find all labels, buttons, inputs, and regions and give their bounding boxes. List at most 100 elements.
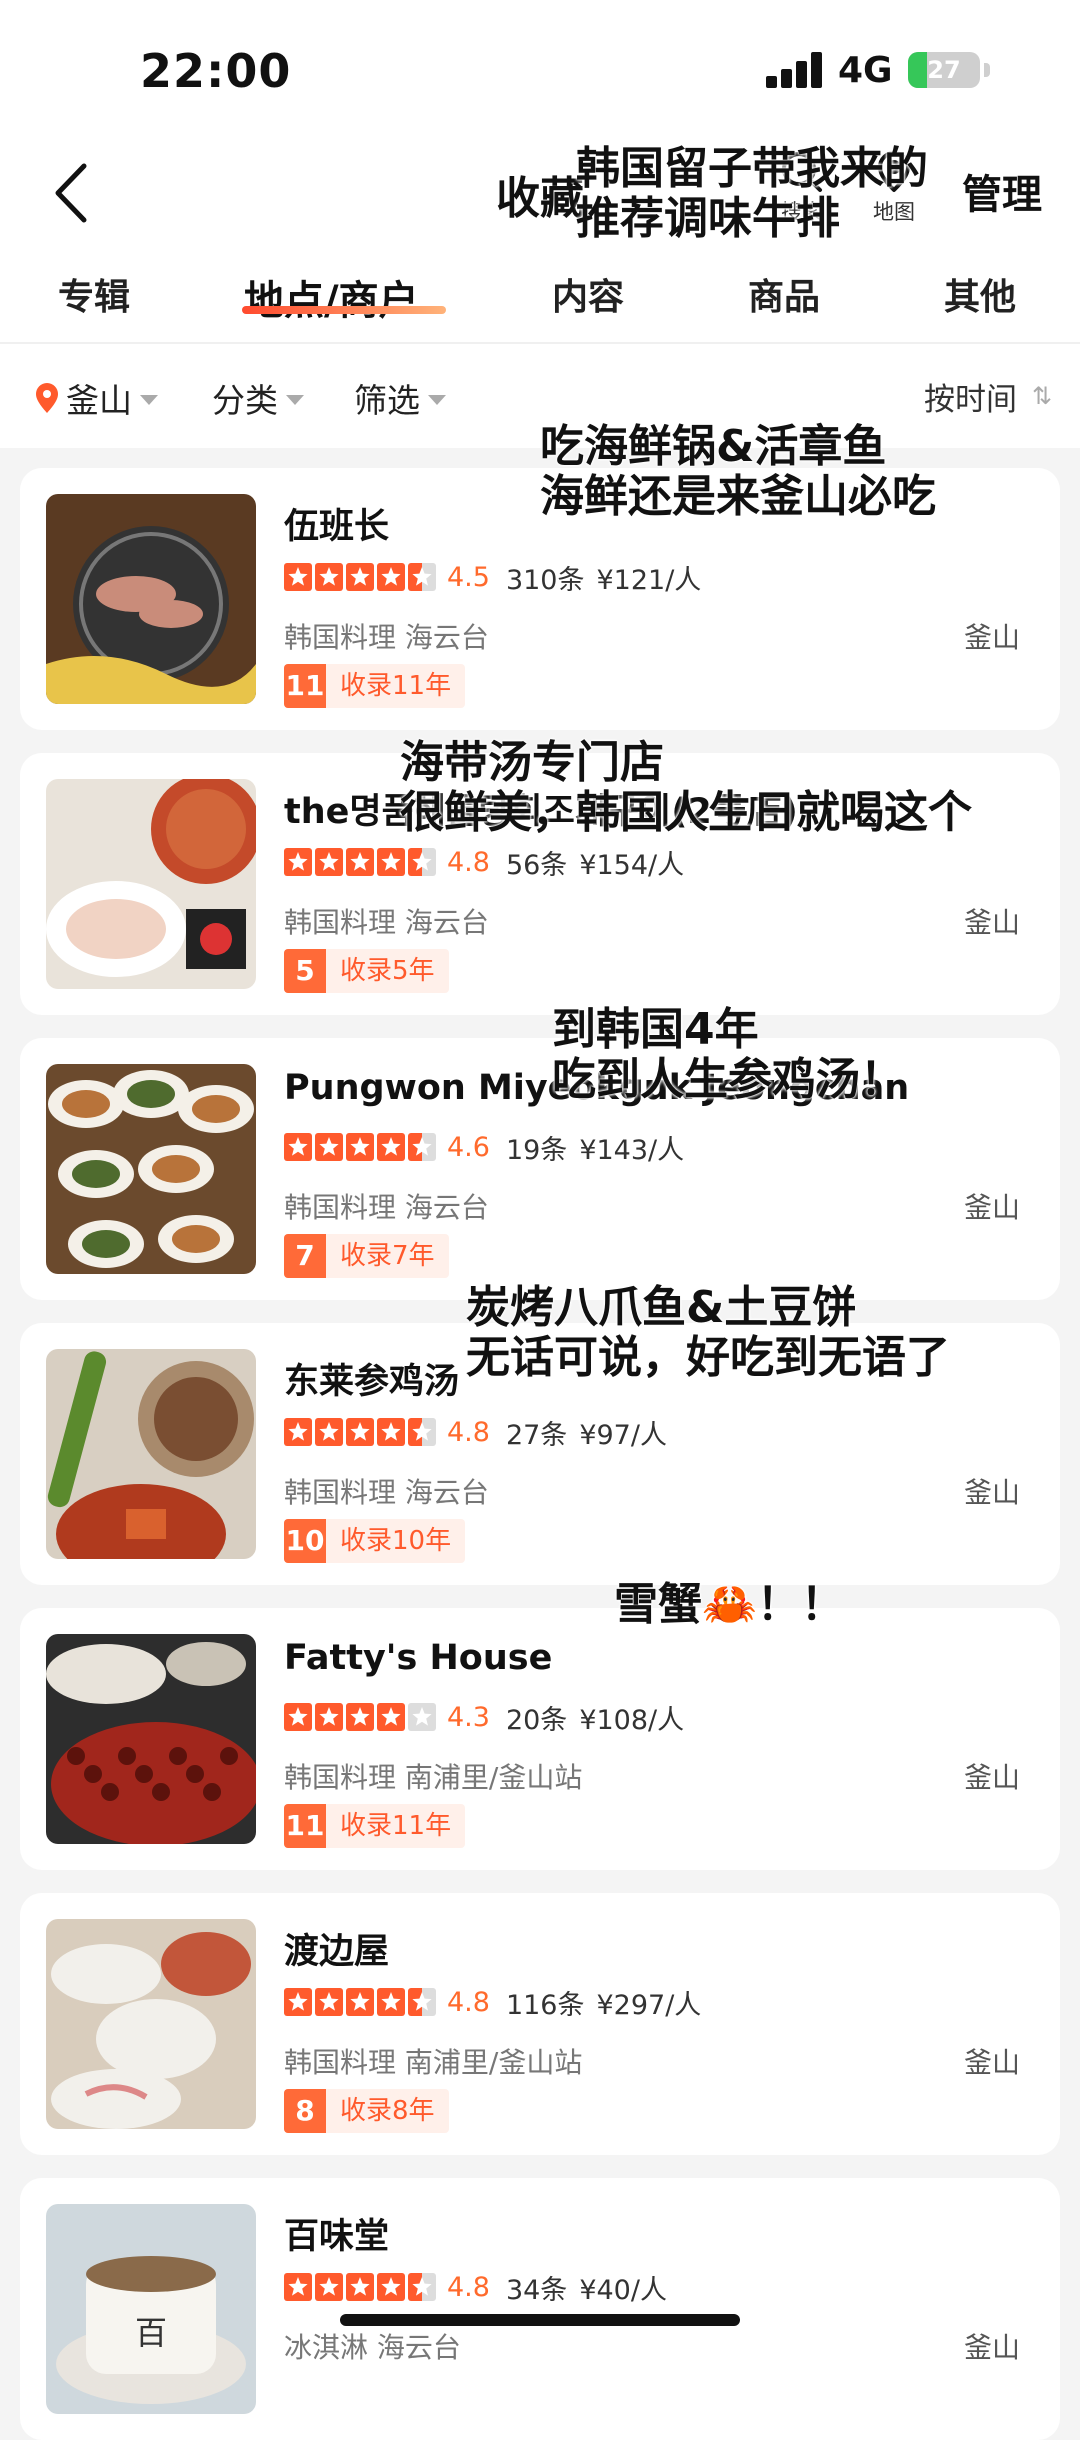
collected-badge: 8 收录8年 xyxy=(284,2089,449,2133)
review-count: 20条 xyxy=(505,1704,568,1736)
star-icon xyxy=(346,2273,374,2301)
badge-text: 收录10年 xyxy=(340,1526,452,1556)
signal-icon xyxy=(766,52,824,88)
latte-cup-photo: 百 xyxy=(46,2204,256,2414)
star-icon xyxy=(315,1418,343,1446)
avg-price: ¥154/人 xyxy=(579,849,685,881)
place-meta: 冰淇淋 海云台 xyxy=(284,2326,461,2366)
avg-price: ¥143/人 xyxy=(579,1134,685,1166)
category-filter[interactable]: 分类 xyxy=(212,374,304,422)
star-rating xyxy=(284,1418,439,1446)
sort-button[interactable]: 按时间 xyxy=(924,374,1017,419)
place-meta: 韩国料理 南浦里/釜山站 xyxy=(284,2041,582,2081)
star-icon xyxy=(408,848,436,876)
caret-down-icon xyxy=(286,395,304,405)
badge-number: 11 xyxy=(284,1804,326,1848)
place-meta: 韩国料理 海云台 xyxy=(284,616,489,656)
rating-row: 4.8 56条 ¥154/人 xyxy=(284,845,685,881)
place-meta: 韩国料理 南浦里/釜山站 xyxy=(284,1756,582,1796)
network-type: 4G xyxy=(838,50,893,91)
tab-places[interactable]: 地点/商户 xyxy=(244,268,419,326)
badge-text: 收录8年 xyxy=(340,2096,435,2126)
badge-text: 收录7年 xyxy=(340,1241,435,1271)
star-icon xyxy=(284,848,312,876)
battery-icon: 27 xyxy=(908,52,980,88)
rating-row: 4.8 27条 ¥97/人 xyxy=(284,1415,667,1451)
overlay-note: 雪蟹🦀！！ xyxy=(614,1580,845,1630)
star-rating xyxy=(284,563,439,591)
rating-row: 4.3 20条 ¥108/人 xyxy=(284,1700,684,1736)
star-icon xyxy=(346,1133,374,1161)
avg-price: ¥297/人 xyxy=(596,1989,702,2021)
place-name: 百味堂 xyxy=(284,2217,390,2257)
star-icon xyxy=(377,1703,405,1731)
city-filter[interactable]: 釜山 xyxy=(34,374,158,422)
tab-products[interactable]: 商品 xyxy=(748,268,820,320)
note-line: 到韩国4年 xyxy=(552,1004,759,1055)
cuisine-label: 韩国料理 xyxy=(284,621,397,654)
overlay-note: 韩国留子带我来的 推荐调味牛排 xyxy=(576,144,928,244)
place-meta: 韩国料理 海云台 xyxy=(284,1186,489,1226)
collected-badge: 11 收录11年 xyxy=(284,664,466,708)
rating-row: 4.8 116条 ¥297/人 xyxy=(284,1985,702,2021)
star-icon xyxy=(315,2273,343,2301)
manage-button[interactable]: 管理 xyxy=(962,162,1042,220)
star-icon xyxy=(315,1988,343,2016)
star-icon xyxy=(346,848,374,876)
star-rating xyxy=(284,1703,439,1731)
badge-number: 10 xyxy=(284,1519,326,1563)
note-line: 很鲜美，韩国人生日就喝这个 xyxy=(400,787,972,838)
grilled-octopus-photo xyxy=(46,1634,256,1844)
area-label: 海云台 xyxy=(376,2331,461,2364)
badge-text: 收录11年 xyxy=(340,1811,452,1841)
status-bar: 22:00 4G 27 xyxy=(0,0,1080,140)
star-icon xyxy=(284,1703,312,1731)
star-icon xyxy=(377,1418,405,1446)
city-label: 釜山 xyxy=(963,1476,1020,1509)
tab-bar: 专辑 地点/商户 内容 商品 其他 xyxy=(0,250,1080,342)
caret-down-icon xyxy=(428,395,446,405)
cuisine-label: 冰淇淋 xyxy=(284,2331,369,2364)
cuisine-label: 韩国料理 xyxy=(284,906,397,939)
sort-arrows-icon: ⇅ xyxy=(1032,382,1053,410)
city-label: 釜山 xyxy=(963,1761,1020,1794)
place-card[interactable]: Pungwon Miyeokguk Jeongchan 4.6 19条 ¥143/人韩… xyxy=(20,1038,1060,1300)
star-icon xyxy=(284,1418,312,1446)
place-name: 渡边屋 xyxy=(284,1932,390,1972)
place-meta: 韩国料理 海云台 xyxy=(284,901,489,941)
samgyetang-photo xyxy=(46,1349,256,1559)
overlay-note: 海带汤专门店 很鲜美，韩国人生日就喝这个 xyxy=(400,738,972,838)
svg-text:百: 百 xyxy=(135,2314,167,2352)
rating-score: 4.5 xyxy=(447,561,490,593)
place-card[interactable]: 渡边屋 4.8 116条 ¥297/人 韩国料理 南浦里/釜山站 釜山 8 收录8年 xyxy=(20,1893,1060,2155)
rating-score: 4.8 xyxy=(447,1416,490,1448)
rating-score: 4.3 xyxy=(447,1701,490,1733)
collected-badge: 7 收录7年 xyxy=(284,1234,449,1278)
avg-price: ¥40/人 xyxy=(579,2274,667,2306)
note-line: 吃海鲜锅&活章鱼 xyxy=(540,421,887,472)
divider xyxy=(0,342,1080,344)
badge-number: 5 xyxy=(284,949,326,993)
badge-text: 收录5年 xyxy=(340,956,435,986)
place-card[interactable]: 百 百味堂 4.8 34条 ¥40/人 冰淇淋 海云台 釜山 xyxy=(20,2178,1060,2440)
review-count: 19条 xyxy=(505,1134,568,1166)
city-label: 釜山 xyxy=(963,2331,1020,2364)
tab-albums[interactable]: 专辑 xyxy=(58,268,130,320)
tab-other[interactable]: 其他 xyxy=(944,268,1016,320)
tab-content[interactable]: 内容 xyxy=(552,268,624,320)
city-label: 釜山 xyxy=(963,621,1020,654)
seafood-platter-photo xyxy=(46,779,256,989)
avg-price: ¥97/人 xyxy=(579,1419,667,1451)
note-line: 推荐调味牛排 xyxy=(576,193,840,244)
screen-filter[interactable]: 筛选 xyxy=(354,374,446,422)
area-label: 海云台 xyxy=(404,621,489,654)
avg-price: ¥121/人 xyxy=(596,564,702,596)
screen-filter-label: 筛选 xyxy=(354,381,420,420)
place-name: 伍班长 xyxy=(284,507,390,547)
star-rating xyxy=(284,2273,439,2301)
place-card[interactable]: Fatty's House 4.3 20条 ¥108/人 韩国料理 南浦里/釜山站 釜山 1… xyxy=(20,1608,1060,1870)
location-pin-icon xyxy=(36,383,58,413)
star-icon xyxy=(346,1703,374,1731)
area-label: 海云台 xyxy=(404,1476,489,1509)
overlay-note: 到韩国4年 吃到人生参鸡汤！ xyxy=(552,1005,904,1105)
